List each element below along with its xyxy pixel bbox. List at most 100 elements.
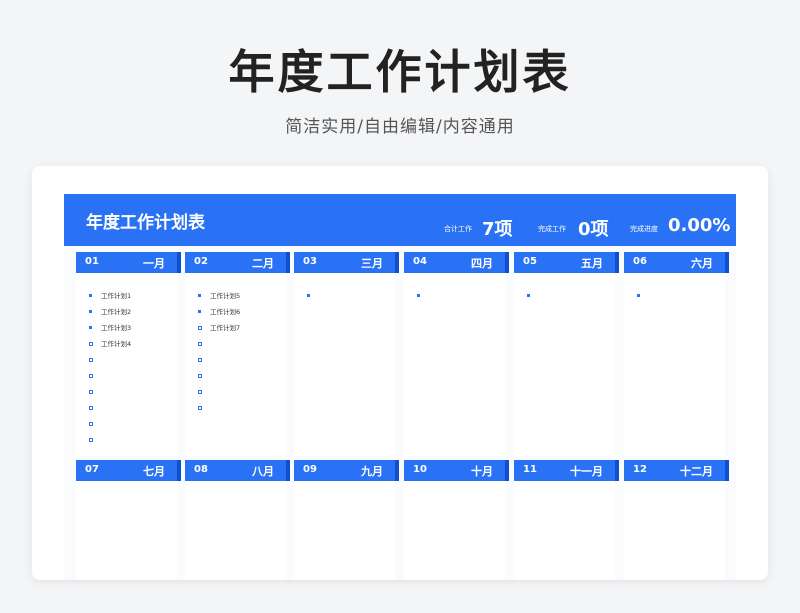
- task-item[interactable]: [89, 368, 131, 384]
- task-item[interactable]: 工作计划5: [198, 288, 240, 304]
- month-body: [76, 481, 177, 580]
- task-item[interactable]: [198, 336, 240, 352]
- month-column: 10 十月: [404, 460, 509, 580]
- month-number: 07: [85, 464, 99, 475]
- month-header: 07 七月: [76, 460, 181, 481]
- month-header: 03 三月: [294, 252, 399, 273]
- task-item[interactable]: [198, 352, 240, 368]
- month-number: 06: [633, 256, 647, 267]
- month-column: 12 十二月: [624, 460, 729, 580]
- stat-progress-label: 完成进度: [630, 225, 658, 233]
- task-item[interactable]: 工作计划6: [198, 304, 240, 320]
- month-column: 08 八月: [185, 460, 290, 580]
- month-number: 05: [523, 256, 537, 267]
- month-number: 12: [633, 464, 647, 475]
- month-column: 04 四月: [404, 252, 509, 456]
- month-name: 七月: [143, 465, 165, 478]
- hollow-square-bullet-icon: [198, 358, 202, 362]
- month-name: 六月: [691, 257, 713, 270]
- task-text: 工作计划3: [101, 324, 132, 332]
- hollow-square-bullet-icon: [89, 342, 93, 346]
- task-list: 工作计划5 工作计划6 工作计划7: [198, 288, 240, 416]
- stat-total-value: 7项: [482, 219, 513, 240]
- month-body: [294, 273, 395, 456]
- summary-banner: 年度工作计划表 合计工作 7项 完成工作 0项 完成进度 0.00%: [64, 194, 736, 246]
- task-item[interactable]: 工作计划3: [89, 320, 131, 336]
- month-name: 四月: [471, 257, 493, 270]
- hollow-square-bullet-icon: [89, 358, 93, 362]
- month-header: 02 二月: [185, 252, 290, 273]
- month-header: 01 一月: [76, 252, 181, 273]
- task-text: 工作计划2: [101, 308, 132, 316]
- month-header: 08 八月: [185, 460, 290, 481]
- task-text: 工作计划4: [101, 340, 132, 348]
- month-body: [624, 273, 725, 456]
- filled-square-bullet-icon: [89, 326, 92, 329]
- task-text: 工作计划7: [210, 324, 241, 332]
- month-name: 十二月: [680, 465, 713, 478]
- month-column: 07 七月: [76, 460, 181, 580]
- plan-card: 年度工作计划表 合计工作 7项 完成工作 0项 完成进度 0.00% 01 一月工…: [32, 166, 768, 580]
- page-subtitle: 简洁实用/自由编辑/内容通用: [285, 117, 515, 137]
- task-list: [417, 288, 429, 304]
- page-title: 年度工作计划表: [228, 45, 572, 99]
- month-name: 十一月: [570, 465, 603, 478]
- task-item[interactable]: [198, 384, 240, 400]
- task-item[interactable]: [89, 384, 131, 400]
- stat-done-value: 0项: [578, 219, 609, 240]
- month-body: [185, 481, 286, 580]
- filled-square-bullet-icon: [198, 310, 201, 313]
- task-list: [307, 288, 319, 304]
- task-item[interactable]: [89, 416, 131, 432]
- hollow-square-bullet-icon: [89, 406, 93, 410]
- month-name: 九月: [361, 465, 383, 478]
- stat-progress-value: 0.00%: [668, 215, 731, 236]
- month-name: 三月: [361, 257, 383, 270]
- month-column: 09 九月: [294, 460, 399, 580]
- filled-square-bullet-icon: [637, 294, 640, 297]
- month-name: 八月: [252, 465, 274, 478]
- task-item[interactable]: [89, 352, 131, 368]
- task-item[interactable]: [89, 400, 131, 416]
- hollow-square-bullet-icon: [198, 406, 202, 410]
- task-item[interactable]: [307, 288, 319, 304]
- month-name: 十月: [471, 465, 493, 478]
- task-text: 工作计划6: [210, 308, 241, 316]
- month-header: 12 十二月: [624, 460, 729, 481]
- month-header: 05 五月: [514, 252, 619, 273]
- month-name: 五月: [581, 257, 603, 270]
- month-number: 11: [523, 464, 537, 475]
- task-item[interactable]: 工作计划7: [198, 320, 240, 336]
- month-header: 10 十月: [404, 460, 509, 481]
- month-body: [404, 273, 505, 456]
- task-item[interactable]: [198, 400, 240, 416]
- task-item[interactable]: 工作计划4: [89, 336, 131, 352]
- month-body: 工作计划1 工作计划2 工作计划3 工作计划4: [76, 273, 177, 456]
- task-item[interactable]: [417, 288, 429, 304]
- month-column: 03 三月: [294, 252, 399, 456]
- month-header: 09 九月: [294, 460, 399, 481]
- filled-square-bullet-icon: [527, 294, 530, 297]
- month-number: 01: [85, 256, 99, 267]
- task-item[interactable]: [198, 368, 240, 384]
- month-column: 02 二月工作计划5 工作计划6 工作计划7: [185, 252, 290, 456]
- task-item[interactable]: 工作计划1: [89, 288, 131, 304]
- month-number: 03: [303, 256, 317, 267]
- task-list: [527, 288, 539, 304]
- hollow-square-bullet-icon: [198, 326, 202, 330]
- task-item[interactable]: [637, 288, 649, 304]
- month-column: 06 六月: [624, 252, 729, 456]
- task-item[interactable]: 工作计划2: [89, 304, 131, 320]
- task-item[interactable]: [527, 288, 539, 304]
- hollow-square-bullet-icon: [89, 422, 93, 426]
- month-body: [294, 481, 395, 580]
- filled-square-bullet-icon: [307, 294, 310, 297]
- task-text: 工作计划5: [210, 292, 241, 300]
- month-column: 01 一月工作计划1 工作计划2 工作计划3 工作计划4: [76, 252, 181, 456]
- plan-sheet: 年度工作计划表 合计工作 7项 完成工作 0项 完成进度 0.00% 01 一月工…: [64, 194, 736, 580]
- hollow-square-bullet-icon: [89, 390, 93, 394]
- task-item[interactable]: [89, 432, 131, 448]
- month-column: 05 五月: [514, 252, 619, 456]
- month-number: 10: [413, 464, 427, 475]
- month-body: 工作计划5 工作计划6 工作计划7: [185, 273, 286, 456]
